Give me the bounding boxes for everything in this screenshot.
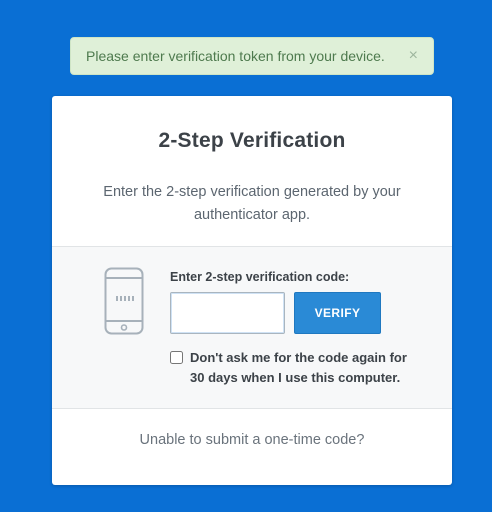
- alert-banner: Please enter verification token from you…: [70, 37, 434, 75]
- verify-button[interactable]: VERIFY: [294, 292, 381, 334]
- unable-to-submit-link[interactable]: Unable to submit a one-time code?: [52, 432, 452, 448]
- close-icon[interactable]: ×: [409, 48, 418, 64]
- subtitle: Enter the 2-step verification generated …: [103, 184, 401, 223]
- alert-message: Please enter verification token from you…: [86, 48, 385, 64]
- remember-checkbox[interactable]: [170, 351, 183, 364]
- verification-card: 2-Step Verification Enter the 2-step ver…: [52, 96, 452, 485]
- remember-label[interactable]: Don't ask me for the code again for 30 d…: [190, 348, 420, 388]
- code-label: Enter 2-step verification code:: [170, 270, 350, 284]
- page-title: 2-Step Verification: [158, 129, 346, 152]
- verification-code-input[interactable]: [170, 292, 285, 334]
- phone-icon: [104, 267, 144, 335]
- code-section: Enter 2-step verification code: VERIFY D…: [52, 246, 452, 409]
